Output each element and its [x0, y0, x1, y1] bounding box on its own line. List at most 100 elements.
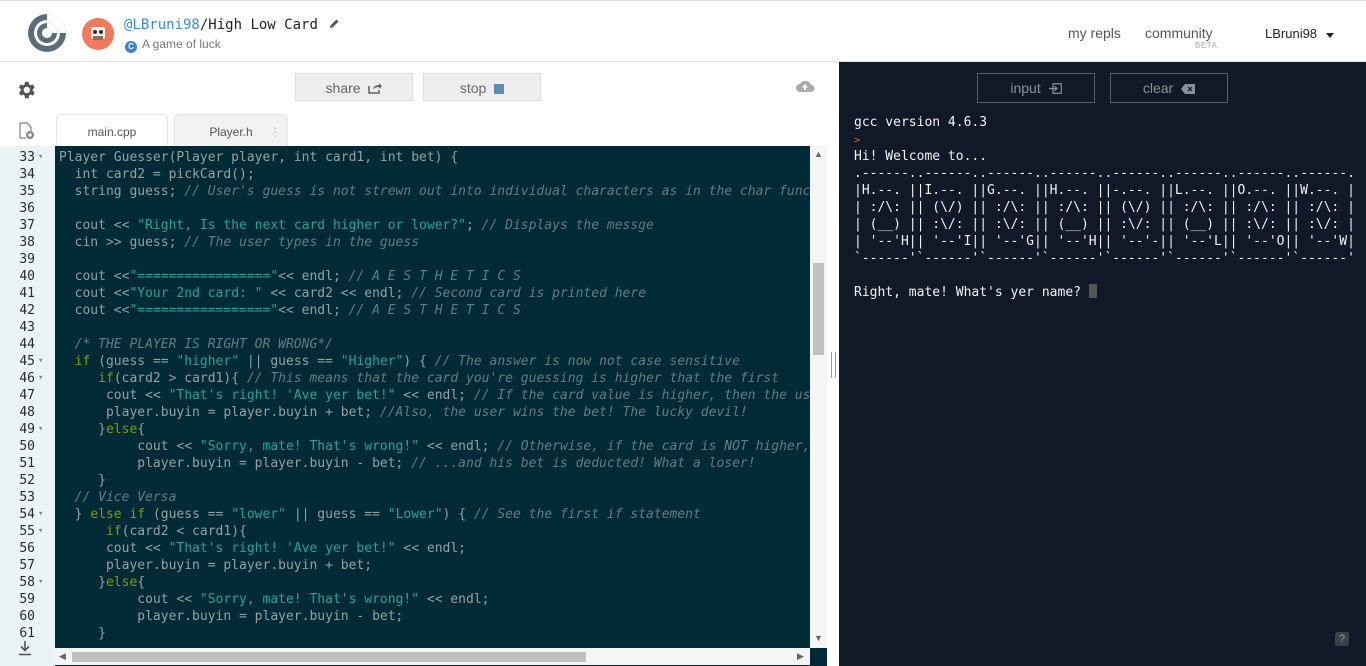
user-menu[interactable]: LBruni98	[1265, 26, 1334, 41]
fold-arrow-icon[interactable]: ▾	[38, 506, 43, 523]
code-token: // Otherwise, if the card is NOT higher,…	[497, 439, 827, 454]
code-line[interactable]: 47 cout << "That's right! 'Ave yer bet!"…	[0, 387, 826, 404]
code-text[interactable]: cout << "Sorry, mate! That's wrong!" << …	[59, 438, 826, 455]
code-text[interactable]: }else{	[59, 574, 145, 591]
code-text[interactable]: if(card2 < card1){	[59, 523, 247, 540]
code-line[interactable]: 52 }	[0, 472, 810, 489]
share-button[interactable]: share	[295, 73, 413, 101]
code-token: ) {	[442, 507, 474, 522]
code-text[interactable]: string guess; // User's guess is not str…	[59, 183, 826, 200]
input-button[interactable]: input	[977, 73, 1095, 103]
code-line[interactable]: 56 cout << "That's right! 'Ave yer bet!"…	[0, 540, 810, 557]
name-question[interactable]: Right, mate! What's yer name?	[854, 284, 1355, 301]
download-icon[interactable]	[18, 640, 32, 656]
fold-arrow-icon[interactable]: ▾	[38, 353, 43, 370]
horizontal-scroll-thumb[interactable]	[72, 652, 586, 662]
vertical-scrollbar[interactable]: ▲ ▼	[810, 146, 827, 648]
pane-resize-handle[interactable]	[831, 352, 836, 378]
nav-my-repls[interactable]: my repls	[1068, 25, 1121, 41]
code-line[interactable]: 42 cout <<"================="<< endl; //…	[0, 302, 810, 319]
code-line[interactable]: 58 ▾ }else{	[0, 574, 810, 591]
code-text[interactable]: cout <<"Your 2nd card: " << card2 << end…	[59, 285, 646, 302]
repl-title[interactable]: @LBruni98/High Low Card	[124, 17, 340, 33]
pencil-icon[interactable]	[329, 17, 340, 33]
code-text[interactable]: player.buyin = player.buyin + bet; //Als…	[59, 404, 748, 421]
scroll-right-icon[interactable]: ▶	[797, 651, 804, 662]
code-token: || guess ==	[286, 507, 388, 522]
help-button[interactable]: ?	[1335, 632, 1349, 646]
avatar[interactable]	[82, 18, 114, 50]
code-line[interactable]: 49 ▾ }else{	[0, 421, 810, 438]
replit-logo-icon[interactable]	[27, 13, 67, 53]
code-text[interactable]: player.buyin = player.buyin - bet; // ..…	[59, 455, 755, 472]
code-text[interactable]: cout << "Sorry, mate! That's wrong!" << …	[59, 591, 489, 608]
fold-arrow-icon[interactable]: ▾	[38, 523, 43, 540]
code-line[interactable]: 60 player.buyin = player.buyin - bet;	[0, 608, 810, 625]
code-text[interactable]: } else if (guess == "lower" || guess == …	[59, 506, 701, 523]
scroll-left-icon[interactable]: ◀	[59, 651, 66, 662]
console-pane[interactable]: input clear gcc version 4.6.3 > Hi! Welc…	[839, 62, 1366, 666]
code-line[interactable]: 40 cout <<"================="<< endl; //…	[0, 268, 810, 285]
fold-arrow-icon[interactable]: ▾	[38, 574, 43, 591]
fold-arrow-icon[interactable]: ▾	[38, 370, 43, 387]
tab-menu-icon[interactable]: ⋮	[269, 115, 281, 149]
tab-player-h[interactable]: Player.h ⋮	[174, 114, 288, 146]
code-line[interactable]: 41 cout <<"Your 2nd card: " << card2 << …	[0, 285, 810, 302]
gear-icon[interactable]	[15, 79, 37, 101]
code-line[interactable]: 54 ▾ } else if (guess == "lower" || guess…	[0, 506, 810, 523]
scroll-up-icon[interactable]: ▲	[814, 149, 823, 159]
code-line[interactable]: 50 cout << "Sorry, mate! That's wrong!" …	[0, 438, 826, 455]
code-text[interactable]: }else{	[59, 421, 145, 438]
scroll-down-icon[interactable]: ▼	[814, 633, 823, 643]
code-editor[interactable]: 33 ▾ Player Guesser(Player player, int car…	[0, 146, 827, 666]
code-line[interactable]: 57 player.buyin = player.buyin + bet;	[0, 557, 810, 574]
code-text[interactable]: }	[59, 472, 106, 489]
fold-arrow-icon[interactable]: ▾	[38, 149, 43, 166]
new-file-icon[interactable]	[19, 122, 35, 140]
code-text[interactable]: cin >> guess; // The user types in the g…	[59, 234, 419, 251]
code-line[interactable]: 43	[0, 319, 810, 336]
fold-arrow-icon[interactable]: ▾	[38, 421, 43, 438]
code-text[interactable]: }	[59, 625, 106, 642]
line-number: 46	[19, 371, 35, 386]
code-text[interactable]: cout <<"================="<< endl; // A …	[59, 268, 521, 285]
repl-owner[interactable]: @LBruni98	[124, 17, 200, 33]
code-text[interactable]: int card2 = pickCard();	[59, 166, 255, 183]
code-line[interactable]: 59 cout << "Sorry, mate! That's wrong!" …	[0, 591, 810, 608]
code-text[interactable]: cout << "That's right! 'Ave yer bet!" <<…	[59, 387, 826, 404]
stop-button[interactable]: stop	[423, 73, 541, 101]
code-text[interactable]: player.buyin = player.buyin - bet;	[59, 608, 403, 625]
code-line[interactable]: 36	[0, 200, 810, 217]
code-line[interactable]: 39	[0, 251, 810, 268]
code-text[interactable]: Player Guesser(Player player, int card1,…	[59, 149, 458, 166]
code-line[interactable]: 53 // Vice Versa	[0, 489, 810, 506]
code-line[interactable]: 48 player.buyin = player.buyin + bet; //…	[0, 404, 810, 421]
code-line[interactable]: 33 ▾ Player Guesser(Player player, int car…	[0, 149, 810, 166]
code-text[interactable]: if (guess == "higher" || guess == "Highe…	[59, 353, 740, 370]
horizontal-scrollbar[interactable]: ◀ ▶	[55, 648, 810, 665]
code-line[interactable]: 37 cout << "Right, Is the next card high…	[0, 217, 810, 234]
vertical-scroll-thumb[interactable]	[813, 263, 824, 355]
code-line[interactable]: 61 }	[0, 625, 810, 642]
code-text[interactable]: if(card2 > card1){ // This means that th…	[59, 370, 779, 387]
code-text[interactable]: // Vice Versa	[59, 489, 177, 506]
code-line[interactable]: 51 player.buyin = player.buyin - bet; //…	[0, 455, 810, 472]
share-label: share	[325, 80, 361, 96]
code-text[interactable]: cout << "That's right! 'Ave yer bet!" <<…	[59, 540, 466, 557]
code-line[interactable]: 45 ▾ if (guess == "higher" || guess == "H…	[0, 353, 810, 370]
code-line[interactable]: 35 string guess; // User's guess is not …	[0, 183, 826, 200]
tab-main-cpp[interactable]: main.cpp	[56, 114, 168, 146]
clear-button[interactable]: clear	[1110, 73, 1228, 103]
code-line[interactable]: 34 int card2 = pickCard();	[0, 166, 810, 183]
code-line[interactable]: 46 ▾ if(card2 > card1){ // This means tha…	[0, 370, 810, 387]
cloud-upload-icon[interactable]	[795, 79, 815, 93]
code-line[interactable]: 55 ▾ if(card2 < card1){	[0, 523, 810, 540]
code-text[interactable]: cout <<"================="<< endl; // A …	[59, 302, 521, 319]
code-line[interactable]: 44 /* THE PLAYER IS RIGHT OR WRONG*/	[0, 336, 810, 353]
code-text[interactable]: cout << "Right, Is the next card higher …	[59, 217, 654, 234]
code-text[interactable]: /* THE PLAYER IS RIGHT OR WRONG*/	[59, 336, 333, 353]
code-line[interactable]: 38 cin >> guess; // The user types in th…	[0, 234, 810, 251]
code-lines[interactable]: 33 ▾ Player Guesser(Player player, int car…	[0, 149, 826, 642]
nav-community[interactable]: community	[1145, 25, 1213, 41]
code-text[interactable]: player.buyin = player.buyin + bet;	[59, 557, 372, 574]
